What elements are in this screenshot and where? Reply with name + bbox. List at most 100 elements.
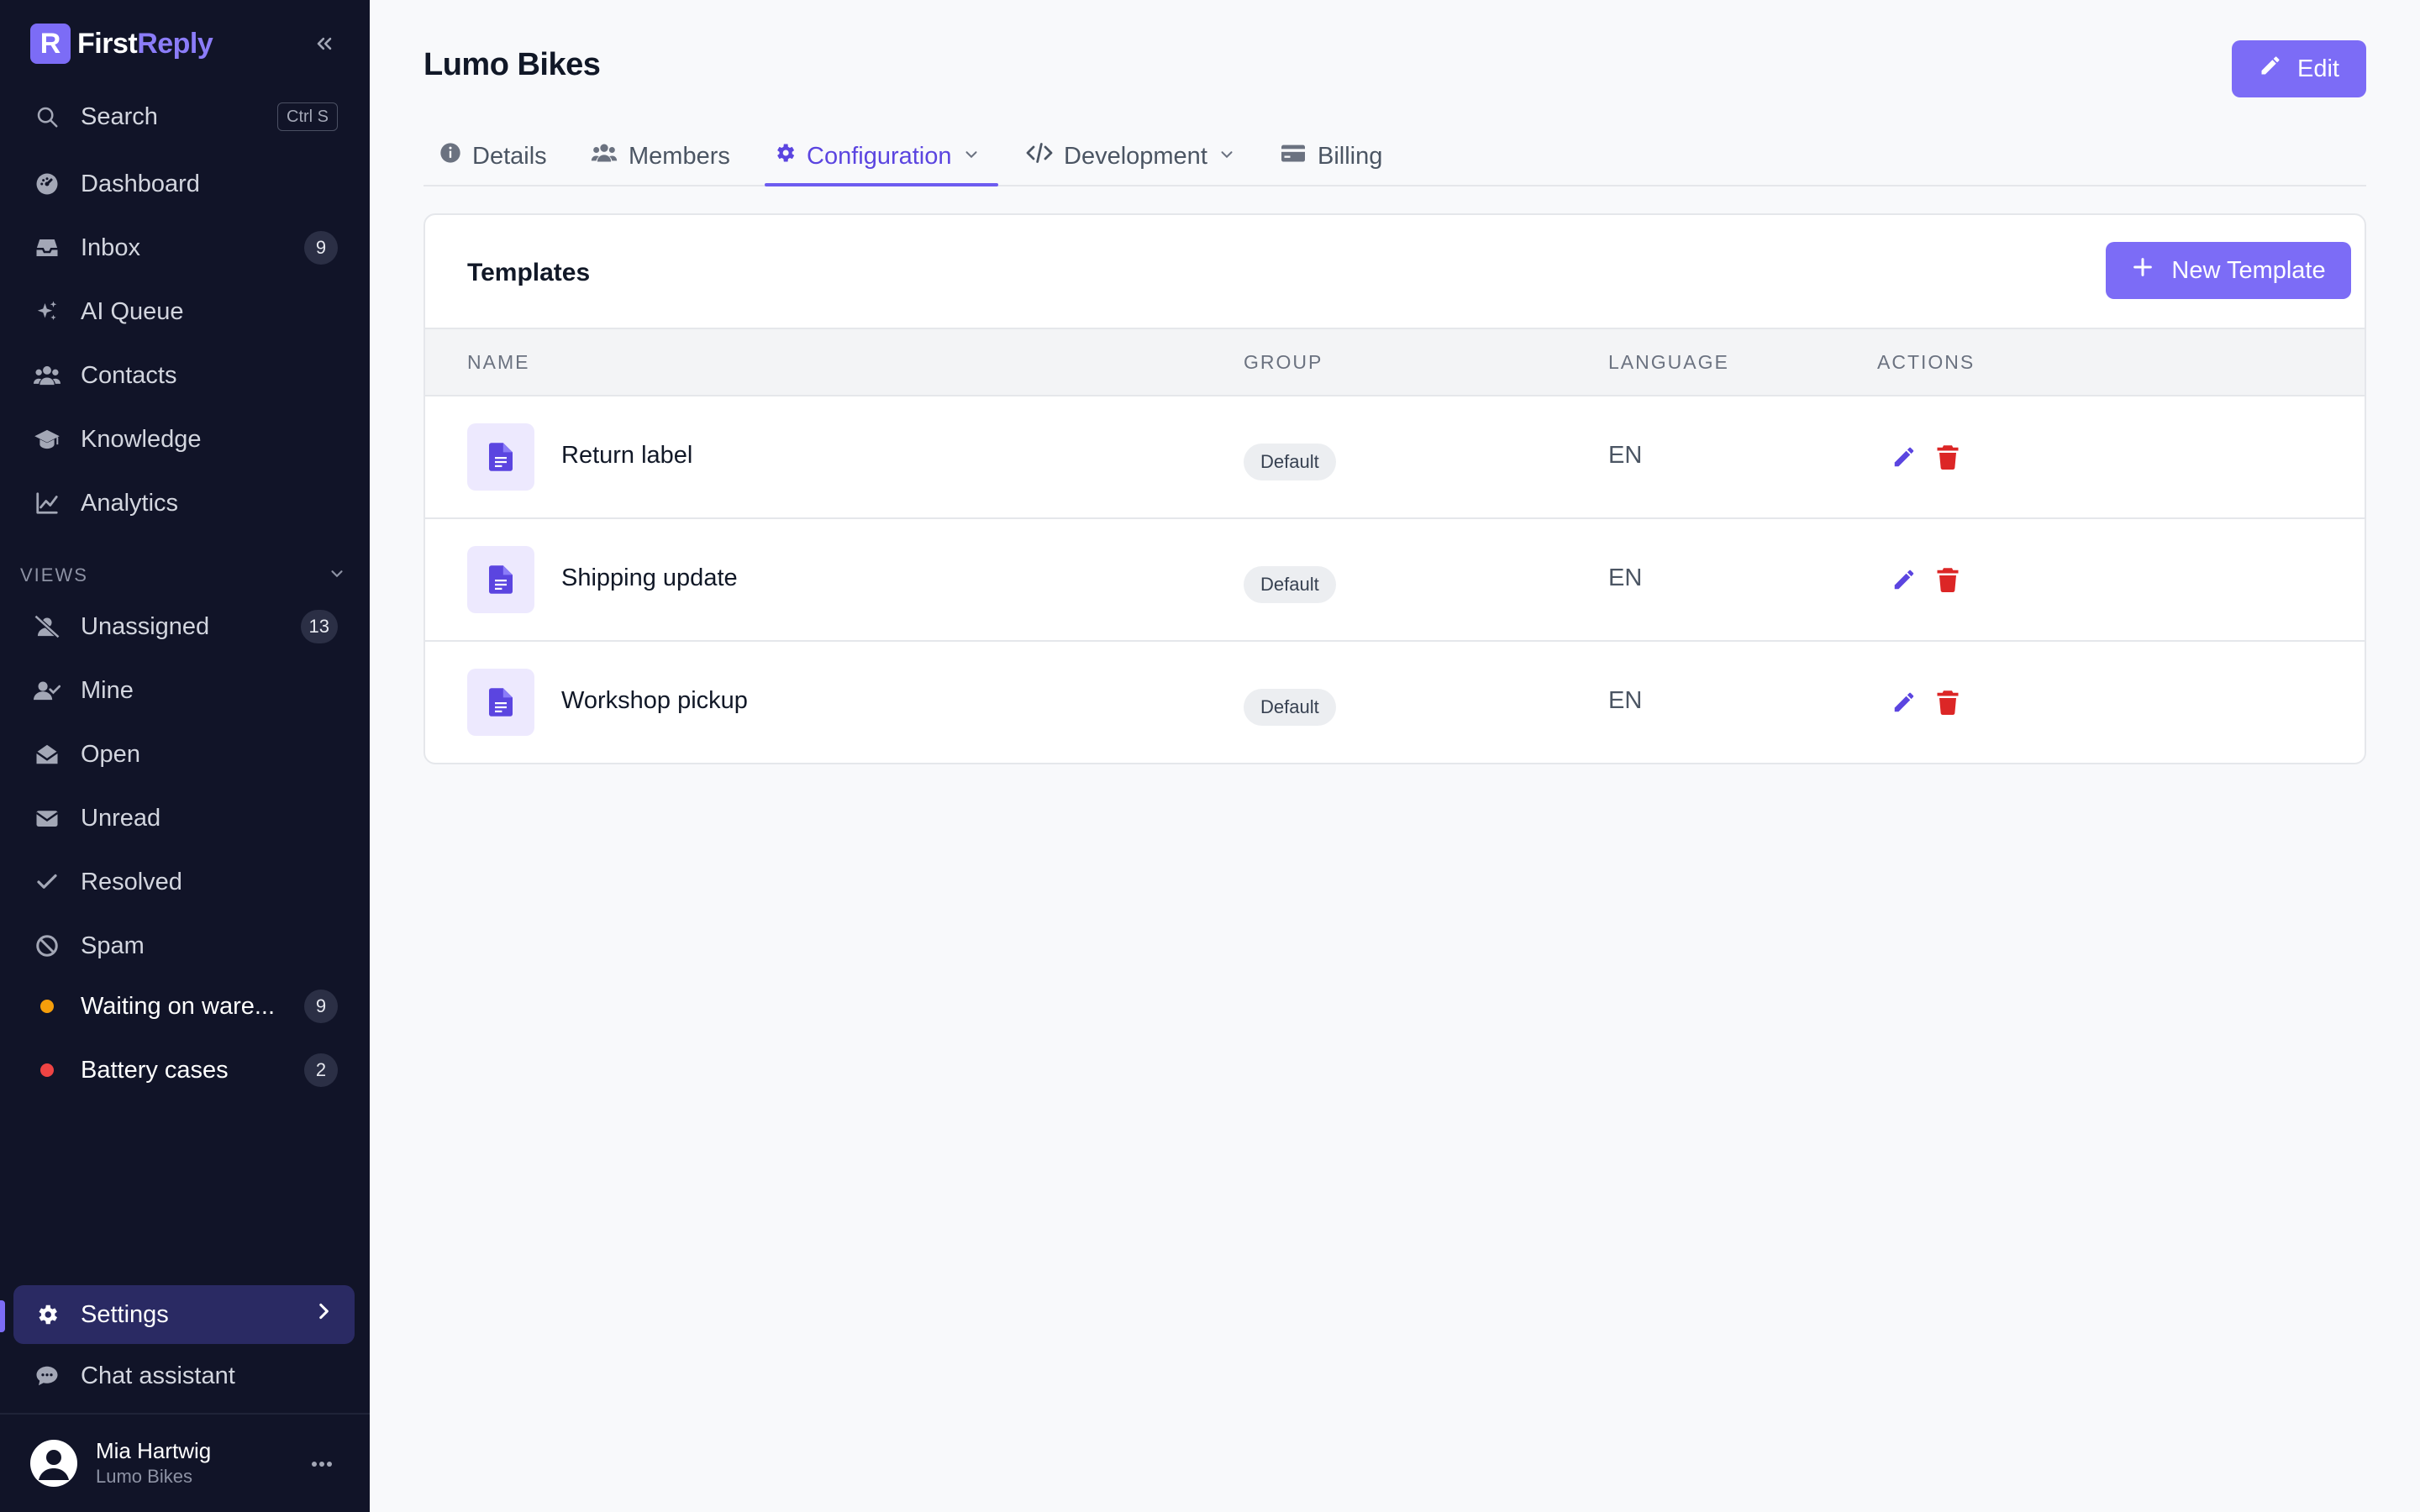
search-icon (32, 102, 62, 132)
waiting-count-badge: 9 (304, 990, 338, 1023)
table-row[interactable]: Workshop pickup Default EN (425, 642, 2365, 763)
sidebar-item-ai-queue[interactable]: AI Queue (13, 282, 355, 341)
user-name: Mia Hartwig (96, 1438, 212, 1463)
unassigned-count-badge: 13 (300, 610, 338, 643)
credit-card-icon (1279, 141, 1307, 171)
sidebar-item-dashboard[interactable]: Dashboard (13, 155, 355, 213)
tab-billing[interactable]: Billing (1279, 126, 1382, 186)
table-row[interactable]: Shipping update Default EN (425, 519, 2365, 642)
tab-details[interactable]: Details (439, 126, 547, 186)
table-row[interactable]: Return label Default EN (425, 396, 2365, 519)
code-icon (1025, 141, 1054, 171)
sidebar-item-label: Open (81, 740, 140, 768)
tab-label: Configuration (807, 142, 952, 170)
sidebar-item-label: AI Queue (81, 297, 184, 325)
brand-name-second: Reply (137, 27, 213, 60)
trash-icon[interactable] (1933, 564, 1963, 595)
sidebar: R FirstReply Search Ctrl S Dashboard Inb… (0, 0, 370, 1512)
column-header-language[interactable]: LANGUAGE (1608, 351, 1729, 374)
avatar (30, 1439, 77, 1487)
table-header: NAME GROUP LANGUAGE ACTIONS (425, 328, 2365, 396)
sidebar-item-contacts[interactable]: Contacts (13, 346, 355, 405)
chart-line-icon (32, 488, 62, 518)
sidebar-item-label: Settings (81, 1300, 169, 1328)
document-icon (467, 546, 534, 613)
more-options-icon[interactable] (309, 1452, 334, 1477)
sidebar-item-label: Unassigned (81, 612, 210, 640)
gear-icon (773, 141, 797, 171)
group-badge: Default (1244, 689, 1336, 726)
tab-bar: Details Members Configuration Developmen… (424, 126, 2366, 186)
pencil-icon[interactable] (1889, 564, 1919, 595)
tab-label: Development (1064, 142, 1207, 170)
sidebar-item-label: Waiting on ware... (81, 992, 276, 1020)
sidebar-item-inbox[interactable]: Inbox 9 (13, 218, 355, 277)
views-section-label: VIEWS (20, 564, 88, 585)
inbox-icon (32, 233, 62, 263)
gear-icon (32, 1299, 62, 1330)
envelope-icon (32, 803, 62, 833)
sidebar-item-analytics[interactable]: Analytics (13, 474, 355, 533)
user-org: Lumo Bikes (96, 1466, 192, 1487)
sidebar-view-mine[interactable]: Mine (13, 661, 355, 720)
info-icon (439, 141, 462, 171)
sidebar-item-label: Resolved (81, 868, 182, 895)
sidebar-view-battery-cases[interactable]: Battery cases 2 (13, 1041, 355, 1100)
envelope-open-icon (32, 739, 62, 769)
pencil-icon[interactable] (1889, 442, 1919, 472)
group-badge: Default (1244, 444, 1336, 480)
column-header-name[interactable]: NAME (467, 351, 529, 374)
dashboard-icon (32, 169, 62, 199)
sidebar-view-unread[interactable]: Unread (13, 789, 355, 848)
user-check-icon (32, 675, 62, 706)
template-name: Workshop pickup (561, 687, 748, 714)
chevron-right-icon (313, 1300, 334, 1329)
collapse-sidebar-icon[interactable] (309, 29, 339, 59)
template-language: EN (1608, 442, 1643, 469)
user-slash-icon (32, 612, 62, 642)
sidebar-view-waiting-on-warehouse[interactable]: Waiting on ware... 9 (13, 977, 355, 1036)
search-button[interactable]: Search Ctrl S (13, 87, 355, 146)
active-tab-underline (765, 183, 998, 186)
sidebar-item-label: Knowledge (81, 425, 202, 453)
column-header-actions: ACTIONS (1877, 351, 1975, 373)
search-shortcut: Ctrl S (277, 102, 338, 131)
brand[interactable]: R FirstReply (30, 24, 213, 64)
active-indicator (0, 1300, 5, 1332)
plus-icon (2131, 255, 2154, 286)
status-dot (32, 991, 62, 1021)
column-header-group[interactable]: GROUP (1244, 351, 1323, 374)
template-name: Shipping update (561, 564, 738, 591)
sidebar-item-label: Chat assistant (81, 1362, 235, 1389)
templates-title: Templates (467, 259, 591, 286)
tab-development[interactable]: Development (1025, 126, 1236, 186)
tab-configuration[interactable]: Configuration (773, 126, 981, 186)
ban-icon (32, 931, 62, 961)
inbox-count-badge: 9 (304, 231, 338, 265)
tab-members[interactable]: Members (590, 126, 730, 186)
sidebar-view-open[interactable]: Open (13, 725, 355, 784)
new-template-label: New Template (2171, 256, 2326, 284)
trash-icon[interactable] (1933, 687, 1963, 717)
tab-label: Details (472, 142, 547, 170)
sidebar-item-chat-assistant[interactable]: Chat assistant (13, 1347, 355, 1405)
sidebar-item-knowledge[interactable]: Knowledge (13, 410, 355, 469)
new-template-button[interactable]: New Template (2106, 242, 2351, 299)
users-icon (590, 141, 618, 171)
brand-logo: R (30, 24, 71, 64)
edit-button[interactable]: Edit (2232, 40, 2366, 97)
sidebar-item-label: Spam (81, 932, 145, 959)
brand-name-first: First (77, 27, 138, 60)
template-name: Return label (561, 442, 693, 469)
sidebar-view-unassigned[interactable]: Unassigned 13 (13, 597, 355, 656)
pencil-icon[interactable] (1889, 687, 1919, 717)
sidebar-view-spam[interactable]: Spam (13, 916, 355, 975)
trash-icon[interactable] (1933, 442, 1963, 472)
user-profile[interactable]: Mia Hartwig Lumo Bikes (30, 1438, 211, 1488)
chevron-down-icon[interactable] (328, 564, 346, 587)
sidebar-view-resolved[interactable]: Resolved (13, 853, 355, 911)
tab-label: Billing (1318, 142, 1383, 170)
sidebar-item-label: Battery cases (81, 1056, 229, 1084)
chevron-down-icon (962, 143, 981, 171)
sidebar-item-settings[interactable]: Settings (13, 1285, 355, 1344)
